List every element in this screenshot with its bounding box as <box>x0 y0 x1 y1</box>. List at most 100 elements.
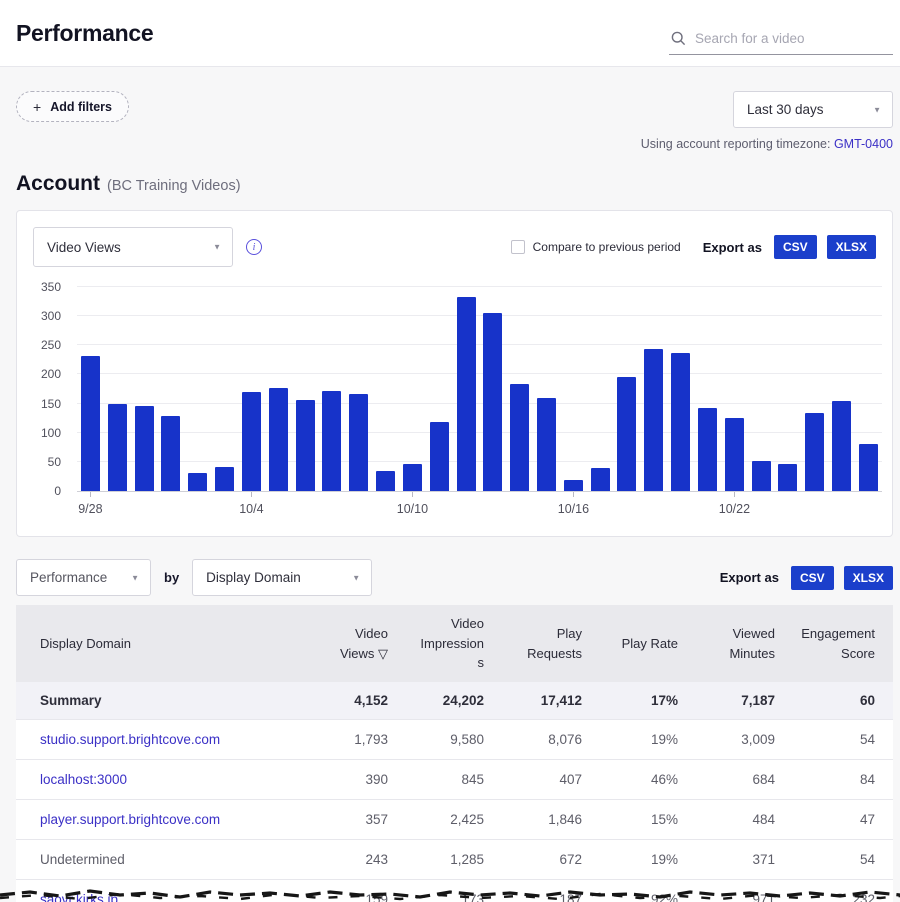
bar-10/21[interactable] <box>694 287 721 491</box>
bar-rect[interactable] <box>161 416 180 491</box>
bar-10/18[interactable] <box>614 287 641 491</box>
bar-rect[interactable] <box>403 464 422 491</box>
cell-value: 159 <box>314 892 406 902</box>
compare-toggle[interactable]: Compare to previous period <box>511 240 681 254</box>
bar-rect[interactable] <box>752 461 771 491</box>
column-header-viewed-minutes[interactable]: Viewed Minutes <box>696 616 793 671</box>
bar-rect[interactable] <box>510 384 529 491</box>
dimension-select[interactable]: Display Domain ▼ <box>192 559 372 596</box>
bar-rect[interactable] <box>617 377 636 491</box>
bar-10/15[interactable] <box>533 287 560 491</box>
bar-10/22[interactable] <box>721 287 748 491</box>
timezone-link[interactable]: GMT-0400 <box>834 137 893 151</box>
bar-rect[interactable] <box>564 480 583 491</box>
column-header-play-rate[interactable]: Play Rate <box>600 626 696 662</box>
bar-rect[interactable] <box>805 413 824 491</box>
table-export-xlsx-button[interactable]: XLSX <box>844 566 893 590</box>
main-content: + Add filters Last 30 days ▼ Using accou… <box>0 67 900 902</box>
cell-value: 173 <box>406 892 502 902</box>
bar-10/11[interactable] <box>426 287 453 491</box>
bar-10/2[interactable] <box>184 287 211 491</box>
bar-10/17[interactable] <box>587 287 614 491</box>
bar-rect[interactable] <box>591 468 610 491</box>
bar-rect[interactable] <box>725 418 744 491</box>
bar-10/13[interactable] <box>479 287 506 491</box>
bar-rect[interactable] <box>376 471 395 491</box>
bar-10/14[interactable] <box>506 287 533 491</box>
y-tick-150: 150 <box>41 397 61 411</box>
column-header-video-impressions[interactable]: Video Impressions <box>406 606 502 681</box>
bar-10/4[interactable] <box>238 287 265 491</box>
column-header-play-requests[interactable]: Play Requests <box>502 616 600 671</box>
bar-rect[interactable] <box>778 464 797 491</box>
bar-10/25[interactable] <box>801 287 828 491</box>
chart-plot: 050100150200250300350 <box>77 287 882 492</box>
bar-rect[interactable] <box>108 404 127 491</box>
bar-10/16[interactable] <box>560 287 587 491</box>
bar-10/26[interactable] <box>828 287 855 491</box>
add-filters-button[interactable]: + Add filters <box>16 91 129 122</box>
cell-value: 1,285 <box>406 852 502 867</box>
domain-link[interactable]: studio.support.brightcove.com <box>16 732 314 747</box>
table-export-csv-button[interactable]: CSV <box>791 566 834 590</box>
metric-select[interactable]: Video Views ▼ <box>33 227 233 267</box>
export-csv-button[interactable]: CSV <box>774 235 817 259</box>
compare-label: Compare to previous period <box>533 240 681 254</box>
bar-9/29[interactable] <box>104 287 131 491</box>
bar-10/24[interactable] <box>775 287 802 491</box>
cell-value: 1,793 <box>314 732 406 747</box>
bar-rect[interactable] <box>832 401 851 491</box>
bar-10/9[interactable] <box>372 287 399 491</box>
bar-10/7[interactable] <box>318 287 345 491</box>
search-icon <box>671 31 686 46</box>
bar-rect[interactable] <box>81 356 100 491</box>
bar-rect[interactable] <box>483 313 502 491</box>
bar-10/8[interactable] <box>345 287 372 491</box>
bar-rect[interactable] <box>215 467 234 491</box>
video-search[interactable] <box>669 25 893 55</box>
compare-checkbox[interactable] <box>511 240 525 254</box>
bar-10/23[interactable] <box>748 287 775 491</box>
bar-10/10[interactable] <box>399 287 426 491</box>
bar-rect[interactable] <box>644 349 663 491</box>
export-xlsx-button[interactable]: XLSX <box>827 235 876 259</box>
bar-rect[interactable] <box>322 391 341 491</box>
bar-10/12[interactable] <box>453 287 480 491</box>
bar-rect[interactable] <box>296 400 315 491</box>
bar-rect[interactable] <box>430 422 449 491</box>
bar-9/28[interactable] <box>77 287 104 491</box>
timezone-text: Using account reporting timezone: <box>641 137 834 151</box>
bar-rect[interactable] <box>349 394 368 491</box>
bar-10/3[interactable] <box>211 287 238 491</box>
bar-rect[interactable] <box>859 444 878 491</box>
bar-rect[interactable] <box>537 398 556 491</box>
bar-10/6[interactable] <box>292 287 319 491</box>
chevron-down-icon: ▼ <box>352 573 360 582</box>
search-input[interactable] <box>695 31 891 46</box>
bar-9/30[interactable] <box>131 287 158 491</box>
domain-link[interactable]: player.support.brightcove.com <box>16 812 314 827</box>
column-header-engagement-score[interactable]: Engagement Score <box>793 616 893 671</box>
bar-rect[interactable] <box>242 392 261 491</box>
bar-10/27[interactable] <box>855 287 882 491</box>
date-range-select[interactable]: Last 30 days ▼ <box>733 91 893 128</box>
bar-rect[interactable] <box>457 297 476 491</box>
bar-10/19[interactable] <box>640 287 667 491</box>
bar-10/1[interactable] <box>157 287 184 491</box>
report-type-select[interactable]: Performance ▼ <box>16 559 151 596</box>
cell-value: 19% <box>600 852 696 867</box>
bar-rect[interactable] <box>671 353 690 491</box>
metric-value: Video Views <box>47 240 121 255</box>
bar-10/20[interactable] <box>667 287 694 491</box>
column-header-video-views[interactable]: Video Views ▽ <box>314 616 406 671</box>
bar-rect[interactable] <box>269 388 288 491</box>
cell-value: 243 <box>314 852 406 867</box>
bar-rect[interactable] <box>188 473 207 491</box>
domain-link[interactable]: localhost:3000 <box>16 772 314 787</box>
bar-rect[interactable] <box>698 408 717 491</box>
info-icon[interactable]: i <box>246 239 262 255</box>
bar-10/5[interactable] <box>265 287 292 491</box>
column-header-display-domain[interactable]: Display Domain <box>16 626 314 662</box>
domain-link[interactable]: saovr.kirks.jp <box>16 892 314 902</box>
bar-rect[interactable] <box>135 406 154 491</box>
